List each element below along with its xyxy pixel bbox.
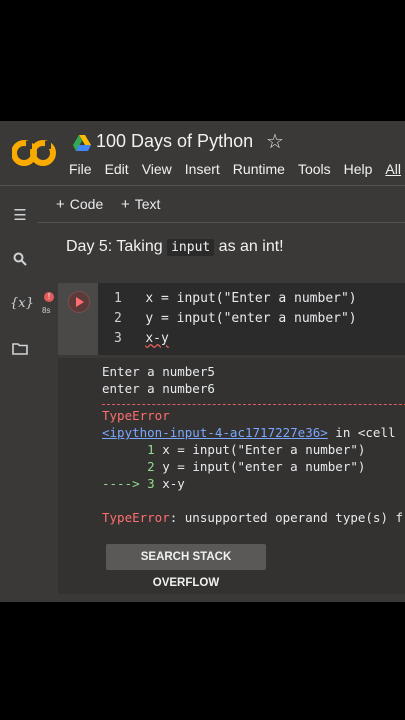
traceback-header: <ipython-input-4-ac1717227e36> in <cell (102, 425, 396, 440)
menu-bar: File Edit View Insert Runtime Tools Help… (69, 161, 405, 177)
code-line[interactable]: 1 x = input("Enter a number") (114, 291, 357, 306)
traceback-link[interactable]: <ipython-input-4-ac1717227e36> (102, 425, 328, 440)
plus-icon: + (56, 196, 65, 213)
colab-window: 100 Days of Python ☆ File Edit View Inse… (0, 121, 405, 602)
plus-icon: + (121, 196, 130, 213)
code-line[interactable]: 2 y = input("enter a number") (114, 311, 357, 326)
files-folder-icon[interactable] (10, 342, 30, 359)
text-cell[interactable]: Day 5: Taking input as an int! (66, 238, 284, 256)
notebook-title[interactable]: 100 Days of Python (96, 131, 253, 152)
cell-toolbar: + Code + Text (38, 186, 405, 223)
colab-logo[interactable] (12, 139, 56, 167)
table-of-contents-icon[interactable]: ☰ (10, 206, 30, 224)
star-icon[interactable]: ☆ (266, 129, 284, 154)
variables-icon[interactable]: {x} (10, 296, 34, 311)
search-stack-overflow-button[interactable]: SEARCH STACK OVERFLOW (106, 544, 266, 589)
menu-help[interactable]: Help (344, 161, 373, 177)
traceback-line: 1 x = input("Enter a number") (102, 442, 366, 457)
cell-output: Enter a number5 enter a number6 TypeErro… (58, 358, 405, 594)
error-name: TypeError (102, 408, 170, 423)
menu-all-changes[interactable]: All (385, 161, 401, 177)
code-line[interactable]: 3 x-y (114, 331, 169, 346)
left-sidebar: ☰ {x} (0, 186, 38, 602)
traceback-divider (102, 404, 405, 405)
menu-file[interactable]: File (69, 161, 92, 177)
execution-time: 8s (42, 306, 51, 315)
run-cell-button[interactable] (68, 291, 90, 313)
error-message: TypeError: unsupported operand type(s) f (102, 510, 404, 525)
top-bar: 100 Days of Python ☆ File Edit View Inse… (0, 121, 405, 185)
menu-runtime[interactable]: Runtime (233, 161, 285, 177)
inline-code: input (167, 239, 215, 256)
traceback-line: ----> 3 x-y (102, 476, 185, 491)
add-code-button[interactable]: + Code (56, 196, 103, 213)
traceback-line: 2 y = input("enter a number") (102, 459, 366, 474)
stdout-line: enter a number6 (102, 381, 215, 396)
menu-edit[interactable]: Edit (105, 161, 129, 177)
menu-insert[interactable]: Insert (185, 161, 220, 177)
code-cell[interactable]: 1 x = input("Enter a number") 2 y = inpu… (58, 283, 405, 355)
menu-tools[interactable]: Tools (298, 161, 331, 177)
add-text-button[interactable]: + Text (121, 196, 160, 213)
stdout-line: Enter a number5 (102, 364, 215, 379)
error-badge: ! (44, 292, 54, 302)
menu-view[interactable]: View (142, 161, 172, 177)
google-drive-icon[interactable] (73, 135, 91, 151)
search-icon[interactable] (10, 252, 30, 270)
notebook-main: + Code + Text Day 5: Taking input as an in… (38, 186, 405, 602)
